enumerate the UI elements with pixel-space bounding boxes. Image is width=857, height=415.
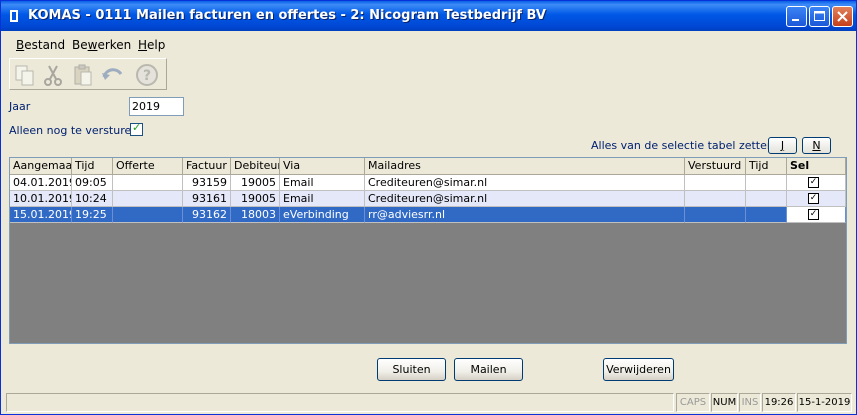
cell-offerte[interactable]	[113, 175, 183, 191]
status-message-panel	[6, 393, 674, 412]
main-window: KOMAS - 0111 Mailen facturen en offertes…	[0, 0, 857, 415]
title-bar[interactable]: KOMAS - 0111 Mailen facturen en offertes…	[1, 1, 856, 31]
col-header-sel[interactable]: Sel	[787, 158, 846, 175]
cell-offerte[interactable]	[113, 191, 183, 207]
col-header-debiteur[interactable]: Debiteur	[231, 158, 280, 175]
year-input[interactable]: 2019	[129, 97, 184, 116]
yes-button-label: J	[780, 139, 785, 152]
minimize-icon	[787, 7, 806, 26]
sel-checkbox[interactable]: ✓	[808, 177, 819, 188]
cell-factuur[interactable]: 93161	[183, 191, 231, 207]
cell-offerte[interactable]	[113, 207, 183, 223]
menu-bestand-label: estand	[24, 38, 66, 52]
help-icon[interactable]: ?	[135, 63, 159, 87]
select-all-no-button[interactable]: N	[802, 137, 831, 154]
cell-mailadres[interactable]: rr@adviesrr.nl	[365, 207, 685, 223]
menu-bewerken[interactable]: Bewerken	[72, 38, 131, 52]
menu-bestand-accel: B	[16, 38, 25, 52]
only-unsent-label: Alleen nog te versturen	[9, 124, 139, 137]
no-button-label: N	[812, 139, 821, 152]
cell-tijd[interactable]: 19:25	[72, 207, 113, 223]
cell-debiteur[interactable]: 19005	[231, 191, 280, 207]
cell-aangemaakt[interactable]: 10.01.2019	[10, 191, 72, 207]
col-header-tijd-verstuurd[interactable]: Tijd	[746, 158, 787, 175]
cut-icon[interactable]	[41, 63, 65, 87]
cell-tijd[interactable]: 09:05	[72, 175, 113, 191]
year-label: Jaar	[9, 100, 31, 113]
menu-bar: Bestand Bewerken Help	[1, 34, 856, 56]
cell-tijd-verstuurd[interactable]	[746, 191, 787, 207]
sel-checkbox[interactable]: ✓	[808, 193, 819, 204]
col-header-via[interactable]: Via	[280, 158, 365, 175]
close-window-button[interactable]	[832, 6, 853, 27]
select-all-yes-button[interactable]: J	[768, 137, 797, 154]
cell-mailadres[interactable]: Crediteuren@simar.nl	[365, 175, 685, 191]
menu-help-label: elp	[147, 38, 166, 52]
mail-button[interactable]: Mailen	[454, 358, 523, 381]
cell-verstuurd[interactable]	[685, 175, 746, 191]
status-caps: CAPS	[676, 393, 710, 412]
menu-bewerken-accel: w	[87, 38, 98, 52]
cell-factuur[interactable]: 93162	[183, 207, 231, 223]
minimize-button[interactable]	[786, 6, 807, 27]
menu-bestand[interactable]: Bestand	[16, 38, 65, 52]
undo-icon[interactable]	[100, 63, 124, 87]
menu-help[interactable]: Help	[138, 38, 165, 52]
cell-verstuurd[interactable]	[685, 191, 746, 207]
cell-sel[interactable]: ✓	[787, 191, 846, 207]
close-button[interactable]: Sluiten	[377, 358, 446, 381]
status-time: 19:26	[762, 393, 796, 412]
cell-aangemaakt[interactable]: 04.01.2019	[10, 175, 72, 191]
cell-verstuurd[interactable]	[685, 207, 746, 223]
cell-tijd[interactable]: 10:24	[72, 191, 113, 207]
cell-tijd-verstuurd[interactable]	[746, 175, 787, 191]
sel-checkbox[interactable]: ✓	[808, 209, 819, 220]
window-title: KOMAS - 0111 Mailen facturen en offertes…	[28, 8, 546, 23]
col-header-aangemaakt[interactable]: Aangemaak	[10, 158, 72, 175]
status-date: 15-1-2019	[797, 393, 852, 412]
paste-icon[interactable]	[71, 63, 95, 87]
col-header-tijd[interactable]: Tijd	[72, 158, 113, 175]
cell-via[interactable]: Email	[280, 191, 365, 207]
col-header-factuur[interactable]: Factuur	[183, 158, 231, 175]
copy-icon[interactable]	[13, 63, 37, 87]
menu-bewerken-prefix: Be	[72, 38, 88, 52]
cell-sel[interactable]: ✓	[787, 175, 846, 191]
status-num: NUM	[711, 393, 738, 412]
cell-tijd-verstuurd[interactable]	[746, 207, 787, 223]
app-icon[interactable]	[8, 9, 20, 23]
status-bar: CAPS NUM INS 19:26 15-1-2019	[1, 392, 856, 414]
only-unsent-checkbox[interactable]: ✓	[130, 121, 143, 136]
delete-button[interactable]: Verwijderen	[603, 358, 674, 381]
cell-aangemaakt[interactable]: 15.01.2019	[10, 207, 72, 223]
cell-mailadres[interactable]: Crediteuren@simar.nl	[365, 191, 685, 207]
check-icon: ✓	[132, 121, 142, 134]
selection-label: Alles van de selectie tabel zetten op	[591, 139, 792, 152]
mail-table[interactable]: Aangemaak Tijd Offerte Factuur Debiteur …	[9, 157, 847, 344]
maximize-button[interactable]	[809, 6, 830, 27]
svg-text:?: ?	[143, 68, 151, 84]
menu-bewerken-label: erken	[97, 38, 132, 52]
col-header-mailadres[interactable]: Mailadres	[365, 158, 685, 175]
cell-debiteur[interactable]: 19005	[231, 175, 280, 191]
status-ins: INS	[739, 393, 761, 412]
toolbar: ?	[9, 58, 167, 90]
cell-sel[interactable]: ✓	[787, 207, 846, 223]
cell-debiteur[interactable]: 18003	[231, 207, 280, 223]
col-header-verstuurd[interactable]: Verstuurd	[685, 158, 746, 175]
menu-help-accel: H	[138, 38, 148, 52]
close-icon	[833, 7, 852, 26]
cell-factuur[interactable]: 93159	[183, 175, 231, 191]
maximize-icon	[810, 7, 829, 26]
col-header-offerte[interactable]: Offerte	[113, 158, 183, 175]
cell-via[interactable]: Email	[280, 175, 365, 191]
cell-via[interactable]: eVerbinding	[280, 207, 365, 223]
